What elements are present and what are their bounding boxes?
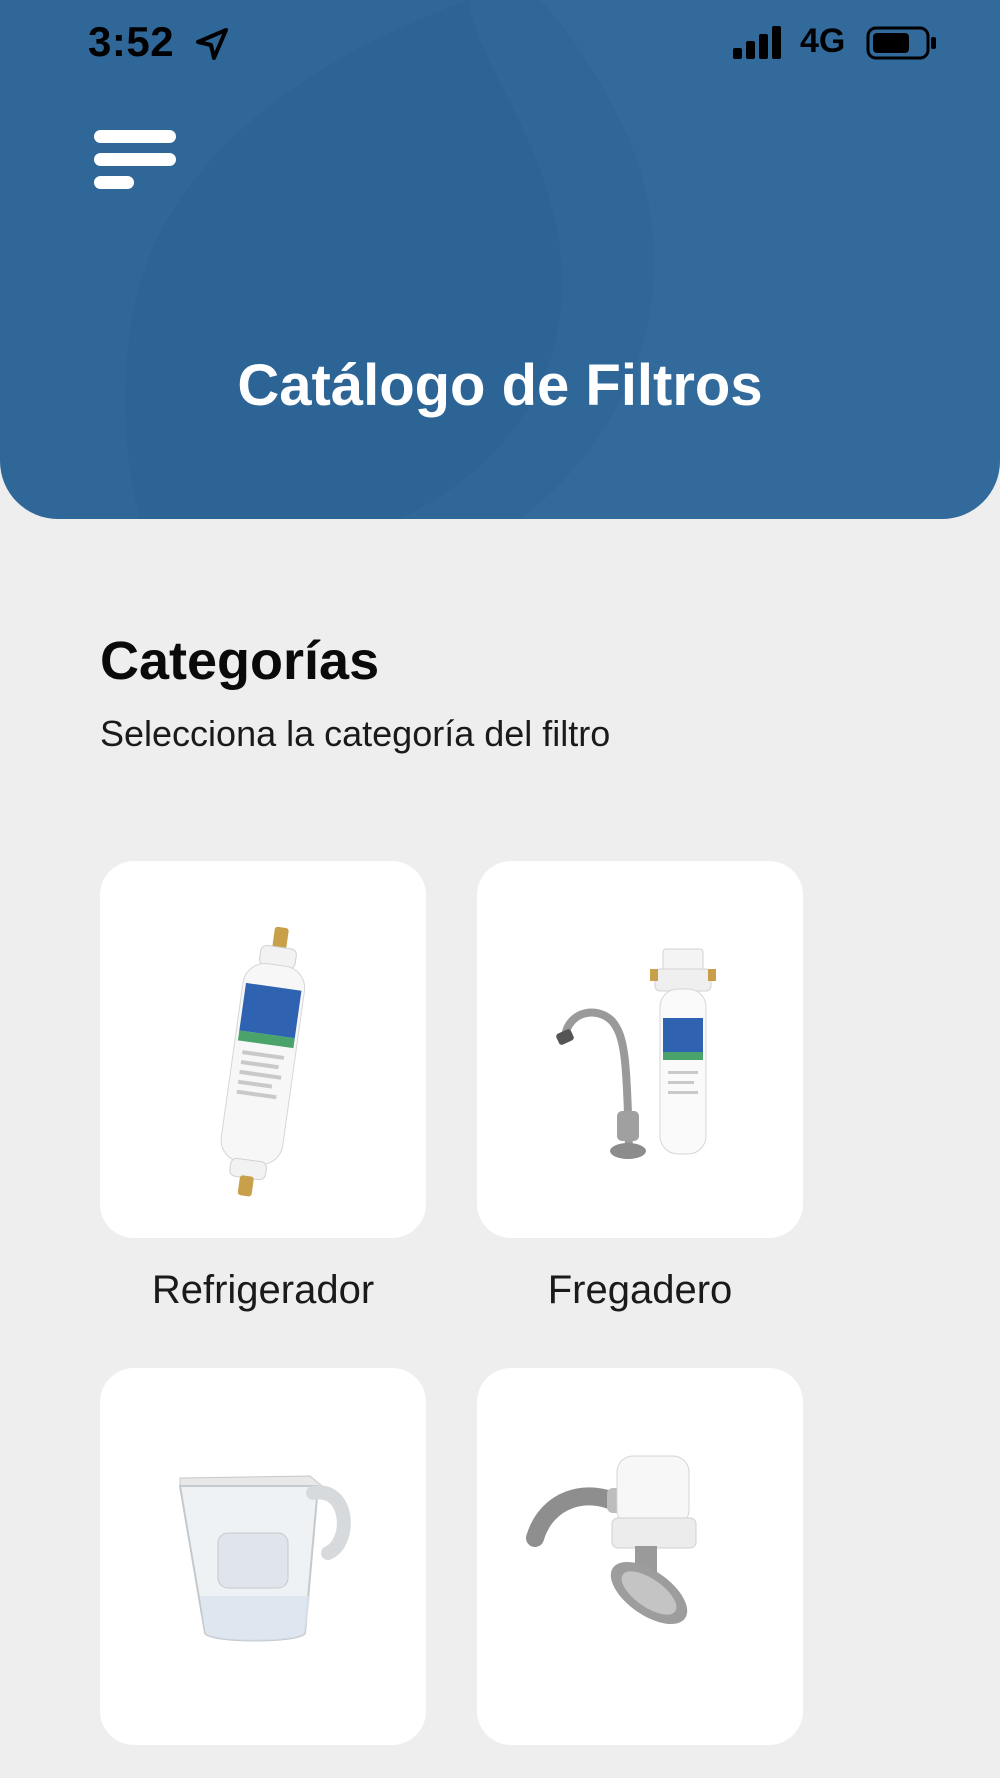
category-card-pitcher[interactable] — [100, 1368, 426, 1745]
section-subtitle: Selecciona la categoría del filtro — [100, 713, 611, 754]
category-label-fregadero: Fregadero — [547, 1268, 733, 1312]
signal-bars-icon — [733, 26, 781, 59]
network-type: 4G — [800, 22, 846, 60]
header: 3:52 4G Catálogo de Filtros — [0, 0, 1000, 519]
water-pitcher-filter-image — [178, 1475, 351, 1642]
battery-icon — [866, 26, 936, 60]
category-card-refrigerador[interactable] — [100, 861, 426, 1238]
inline-refrigerator-filter-image — [220, 926, 306, 1197]
status-time: 3:52 — [88, 18, 175, 65]
page-title: Catálogo de Filtros — [237, 353, 763, 418]
category-card-fregadero[interactable] — [477, 861, 803, 1238]
hamburger-menu-icon[interactable] — [92, 126, 178, 192]
section-title: Categorías — [100, 631, 380, 691]
faucet-mount-filter-image — [526, 1455, 697, 1625]
status-bar: 3:52 4G — [0, 0, 1000, 90]
sink-filter-with-faucet-image — [556, 948, 716, 1159]
category-card-faucet[interactable] — [477, 1368, 803, 1745]
location-arrow-icon — [196, 28, 228, 60]
category-label-refrigerador: Refrigerador — [151, 1268, 375, 1312]
